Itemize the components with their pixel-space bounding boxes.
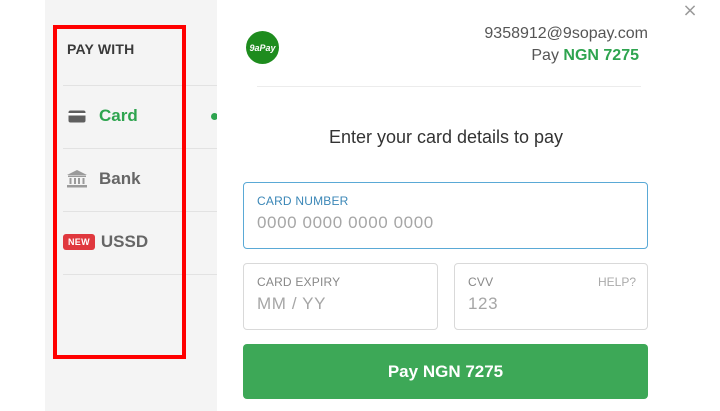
card-number-input[interactable] — [257, 213, 637, 233]
customer-email: 9358912@9sopay.com — [484, 25, 648, 42]
card-number-label: CARD NUMBER — [257, 194, 349, 208]
pay-with-heading: PAY WITH — [67, 41, 135, 57]
cvv-input[interactable] — [468, 294, 637, 314]
payment-panel: 9aPay 9358912@9sopay.com Pay NGN 7275 En… — [217, 0, 675, 411]
sidebar-item-ussd[interactable]: NEW USSD — [63, 212, 217, 272]
merchant-logo: 9aPay — [246, 31, 279, 64]
sidebar-item-card[interactable]: Card — [63, 86, 217, 146]
card-number-field[interactable]: CARD NUMBER — [243, 182, 648, 249]
new-badge: NEW — [63, 234, 95, 250]
cvv-help-link[interactable]: HELP? — [598, 275, 636, 289]
card-icon — [67, 110, 87, 123]
cvv-field[interactable]: CVV HELP? — [454, 263, 648, 330]
pay-prefix: Pay — [531, 47, 559, 64]
bank-icon — [67, 170, 87, 188]
close-button[interactable]: × — [681, 2, 699, 20]
pay-button[interactable]: Pay NGN 7275 — [243, 344, 648, 399]
payment-amount: Pay NGN 7275 — [531, 47, 639, 65]
card-expiry-label: CARD EXPIRY — [257, 275, 341, 289]
amount-value: NGN 7275 — [563, 47, 639, 64]
form-instruction: Enter your card details to pay — [328, 127, 564, 147]
close-icon: × — [682, 0, 698, 21]
menu-divider — [63, 274, 217, 275]
sidebar-item-bank[interactable]: Bank — [63, 149, 217, 209]
sidebar-item-label: USSD — [100, 232, 149, 251]
sidebar-item-label: Card — [99, 106, 138, 125]
card-expiry-input[interactable] — [257, 294, 427, 314]
card-expiry-field[interactable]: CARD EXPIRY — [243, 263, 438, 330]
sidebar-item-label: Bank — [99, 169, 141, 188]
cvv-label: CVV — [468, 275, 494, 289]
modal-backdrop-right — [675, 0, 720, 411]
modal-backdrop-left — [0, 0, 45, 411]
header-divider — [257, 86, 641, 87]
payment-method-sidebar: PAY WITH Card Bank NEW USSD — [45, 0, 218, 411]
